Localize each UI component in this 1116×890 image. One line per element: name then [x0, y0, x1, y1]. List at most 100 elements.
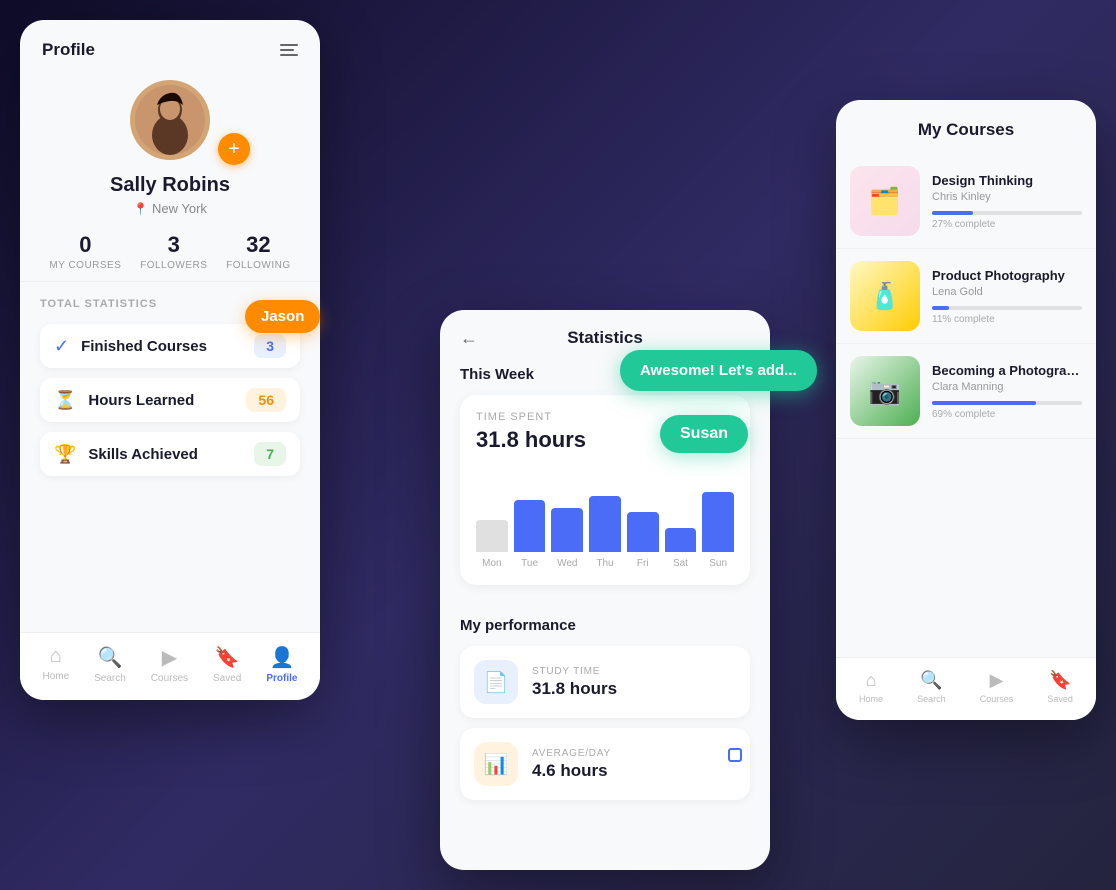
- course-name: Design Thinking: [932, 173, 1082, 188]
- bar-day-label: Mon: [482, 558, 501, 569]
- bar-wrap: [702, 472, 734, 552]
- followers-stat: 3 FOLLOWERS: [140, 232, 207, 271]
- cnav-home[interactable]: ⌂ Home: [859, 670, 883, 704]
- bar-sat: [665, 528, 697, 552]
- statistics-panel: ← Statistics This Week TIME SPENT 31.8 h…: [440, 310, 770, 870]
- cnav-courses-label: Courses: [980, 694, 1014, 704]
- bottom-nav: ⌂ Home 🔍 Search ▶ Courses 🔖 Saved 👤 Prof…: [20, 632, 320, 700]
- course-info: Becoming a Photographer Clara Manning 69…: [932, 363, 1082, 420]
- profile-icon: 👤: [269, 645, 294, 670]
- awesome-bubble: Awesome! Let's add...: [620, 350, 817, 391]
- my-courses-label: MY COURSES: [49, 260, 121, 271]
- nav-courses-label: Courses: [151, 673, 188, 684]
- bar-tue: [514, 500, 546, 552]
- nav-courses[interactable]: ▶ Courses: [151, 645, 188, 684]
- course-item[interactable]: 🧴 Product Photography Lena Gold 11% comp…: [836, 249, 1096, 344]
- bar-col-sun: Sun: [702, 472, 734, 569]
- bar-wrap: [665, 472, 697, 552]
- bar-wrap: [589, 472, 621, 552]
- course-author: Lena Gold: [932, 286, 1082, 298]
- progress-bar: [932, 306, 1082, 310]
- course-info: Product Photography Lena Gold 11% comple…: [932, 268, 1082, 325]
- progress-text: 11% complete: [932, 314, 1082, 325]
- stats-row: 0 MY COURSES 3 FOLLOWERS 32 FOLLOWING: [20, 216, 320, 282]
- back-button[interactable]: ←: [460, 328, 478, 349]
- bar-day-label: Sat: [673, 558, 688, 569]
- hours-learned-label: Hours Learned: [88, 392, 194, 409]
- nav-saved[interactable]: 🔖 Saved: [213, 645, 241, 684]
- bar-wrap: [476, 472, 508, 552]
- checkmark-icon: ✓: [54, 336, 69, 357]
- bar-col-sat: Sat: [665, 472, 697, 569]
- filter-icon[interactable]: [280, 44, 298, 56]
- profile-panel-title: Profile: [42, 40, 95, 60]
- cnav-courses[interactable]: ▶ Courses: [980, 670, 1014, 704]
- followers-label: FOLLOWERS: [140, 260, 207, 271]
- bar-col-tue: Tue: [514, 472, 546, 569]
- cnav-search-label: Search: [917, 694, 946, 704]
- user-location: 📍 New York: [20, 201, 320, 216]
- timer-icon: ⏳: [54, 390, 76, 411]
- bar-chart: Mon Tue Wed Thu Fri Sat: [476, 469, 734, 569]
- user-name: Sally Robins: [20, 174, 320, 197]
- bar-wrap: [551, 472, 583, 552]
- following-label: FOLLOWING: [226, 260, 291, 271]
- avatar: [130, 80, 210, 160]
- hours-learned-badge: 56: [246, 388, 286, 412]
- nav-profile-label: Profile: [266, 673, 297, 684]
- cnav-saved[interactable]: 🔖 Saved: [1047, 670, 1073, 704]
- finished-courses-badge: 3: [254, 334, 286, 358]
- bar-fri: [627, 512, 659, 552]
- cnav-search[interactable]: 🔍 Search: [917, 670, 946, 704]
- course-name: Becoming a Photographer: [932, 363, 1082, 378]
- home-icon: ⌂: [50, 645, 62, 668]
- courses-title: My Courses: [918, 120, 1014, 139]
- progress-text: 27% complete: [932, 219, 1082, 230]
- nav-saved-label: Saved: [213, 673, 241, 684]
- bar-col-thu: Thu: [589, 472, 621, 569]
- bar-thu: [589, 496, 621, 552]
- courses-panel: My Courses 🗂️ Design Thinking Chris Kinl…: [836, 100, 1096, 720]
- nav-profile[interactable]: 👤 Profile: [266, 645, 297, 684]
- course-info: Design Thinking Chris Kinley 27% complet…: [932, 173, 1082, 230]
- performance-title: My performance: [460, 617, 750, 634]
- course-item[interactable]: 📷 Becoming a Photographer Clara Manning …: [836, 344, 1096, 439]
- avatar-wrap: +: [20, 80, 320, 160]
- add-button[interactable]: +: [218, 133, 250, 165]
- nav-home-label: Home: [42, 671, 69, 682]
- following-value: 32: [226, 232, 291, 258]
- statistics-title: Statistics: [567, 328, 643, 348]
- nav-home[interactable]: ⌂ Home: [42, 645, 69, 684]
- following-stat: 32 FOLLOWING: [226, 232, 291, 271]
- course-name: Product Photography: [932, 268, 1082, 283]
- cnav-courses-icon: ▶: [990, 670, 1004, 691]
- nav-search-label: Search: [94, 673, 126, 684]
- bar-wrap: [627, 472, 659, 552]
- course-thumbnail: 🧴: [850, 261, 920, 331]
- cnav-search-icon: 🔍: [920, 670, 942, 691]
- nav-search[interactable]: 🔍 Search: [94, 645, 126, 684]
- saved-icon: 🔖: [215, 645, 240, 670]
- study-time-value: 31.8 hours: [532, 679, 617, 699]
- course-item[interactable]: 🗂️ Design Thinking Chris Kinley 27% comp…: [836, 154, 1096, 249]
- progress-fill: [932, 306, 949, 310]
- course-thumbnail: 📷: [850, 356, 920, 426]
- cnav-saved-label: Saved: [1047, 694, 1073, 704]
- followers-value: 3: [140, 232, 207, 258]
- susan-bubble: Susan: [660, 415, 748, 453]
- study-time-icon: 📄: [474, 660, 518, 704]
- finished-courses-label: Finished Courses: [81, 338, 207, 355]
- bar-wed: [551, 508, 583, 552]
- profile-header: Profile: [20, 20, 320, 70]
- study-time-card: 📄 STUDY TIME 31.8 hours: [460, 646, 750, 718]
- avg-day-label: AVERAGE/DAY: [532, 748, 611, 759]
- progress-bar: [932, 211, 1082, 215]
- course-author: Clara Manning: [932, 381, 1082, 393]
- progress-fill: [932, 211, 973, 215]
- jason-bubble: Jason: [245, 300, 320, 333]
- avg-day-card: 📊 AVERAGE/DAY 4.6 hours: [460, 728, 750, 800]
- bar-col-wed: Wed: [551, 472, 583, 569]
- bar-day-label: Wed: [557, 558, 577, 569]
- bar-day-label: Fri: [637, 558, 649, 569]
- skills-achieved-label: Skills Achieved: [88, 446, 198, 463]
